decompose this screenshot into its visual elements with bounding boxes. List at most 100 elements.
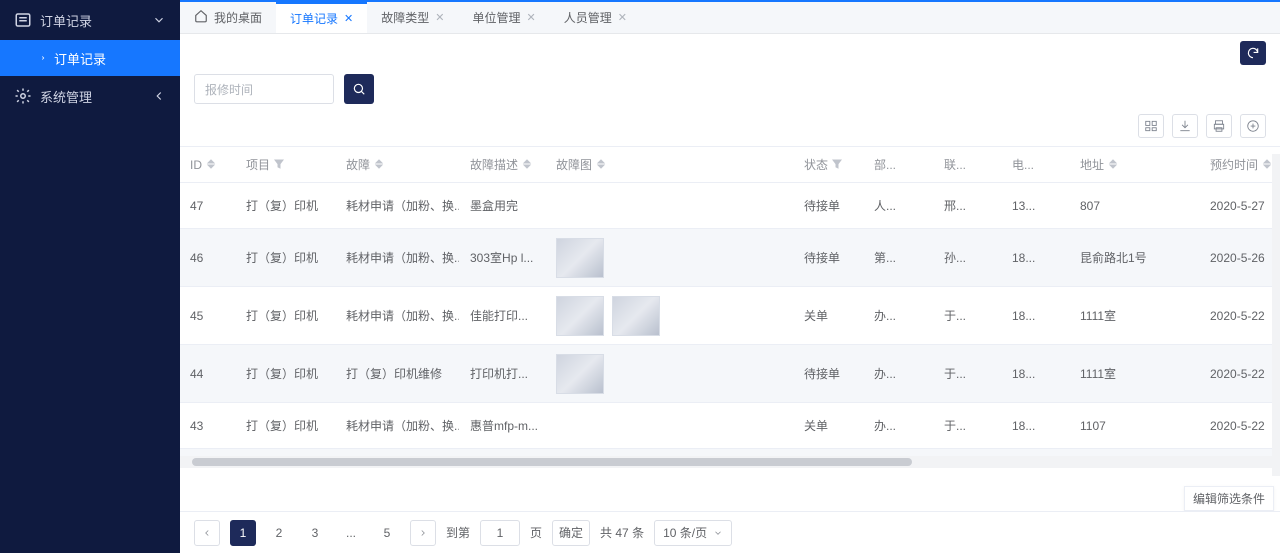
cell-fault: 耗材申请（加粉、换... [336, 417, 460, 434]
close-icon[interactable]: ✕ [527, 11, 536, 24]
tab-orders[interactable]: 订单记录 ✕ [276, 2, 367, 33]
cell-status: 待接单 [794, 197, 864, 214]
table-row[interactable]: 44打（复）印机打（复）印机维修打印机打...待接单办...于...18...1… [180, 345, 1272, 403]
chevron-left-icon [202, 528, 212, 538]
cell-fault: 打（复）印机维修 [336, 365, 460, 382]
sort-icon [596, 158, 606, 172]
col-dept: 部... [864, 156, 934, 173]
page-next-button[interactable] [410, 520, 436, 546]
page-prev-button[interactable] [194, 520, 220, 546]
cell-contact: 孙... [934, 249, 1002, 266]
main-area: 我的桌面 订单记录 ✕ 故障类型 ✕ 单位管理 ✕ 人员管理 ✕ 报修时间 [180, 0, 1280, 553]
cell-project: 打（复）印机 [236, 307, 336, 324]
thumbnail-image[interactable] [556, 354, 604, 394]
cell-project: 打（复）印机 [236, 249, 336, 266]
col-appt[interactable]: 预约时间 [1200, 156, 1272, 173]
tab-home[interactable]: 我的桌面 [180, 2, 276, 33]
cell-appt: 2020-5-22 [1200, 309, 1272, 323]
cell-project: 打（复）印机 [236, 417, 336, 434]
col-project[interactable]: 项目 [236, 156, 336, 173]
cell-dept: 第... [864, 249, 934, 266]
col-faultimg[interactable]: 故障图 [546, 156, 794, 173]
cell-project: 打（复）印机 [236, 365, 336, 382]
sidebar: 订单记录 订单记录 系统管理 [0, 0, 180, 553]
cell-phone: 18... [1002, 251, 1070, 265]
table-row[interactable]: 46打（复）印机耗材申请（加粉、换...303室Hp l...待接单第...孙.… [180, 229, 1272, 287]
thumbnail-image[interactable] [612, 296, 660, 336]
table-header-row: ID 项目 故障 故障描述 故障图 状态 部... 联... 电... 地址 预… [180, 147, 1272, 183]
horizontal-scrollbar[interactable] [180, 456, 1280, 468]
close-icon[interactable]: ✕ [618, 11, 627, 24]
vertical-scrollbar[interactable] [1272, 154, 1280, 476]
col-id[interactable]: ID [180, 158, 236, 172]
list-icon [14, 11, 32, 29]
cell-addr: 1107 [1070, 419, 1200, 433]
page-number-button[interactable]: 5 [374, 520, 400, 546]
columns-button[interactable] [1138, 114, 1164, 138]
print-button[interactable] [1206, 114, 1232, 138]
page-suffix: 页 [530, 524, 542, 541]
table-container: ID 项目 故障 故障描述 故障图 状态 部... 联... 电... 地址 预… [180, 146, 1280, 468]
sort-icon [374, 158, 384, 172]
chevron-right-icon [418, 528, 428, 538]
table-row[interactable]: 43打（复）印机耗材申请（加粉、换...惠普mfp-m...关单办...于...… [180, 403, 1272, 449]
sort-icon [206, 158, 216, 172]
page-number-button[interactable]: 2 [266, 520, 292, 546]
sidebar-subitem-orders[interactable]: 订单记录 [0, 40, 180, 76]
export-button[interactable] [1172, 114, 1198, 138]
sidebar-item-label: 订单记录 [40, 11, 152, 30]
tab-label: 我的桌面 [214, 9, 262, 26]
close-icon[interactable]: ✕ [344, 12, 353, 25]
refresh-button[interactable] [1240, 41, 1266, 65]
sidebar-item-orders[interactable]: 订单记录 [0, 0, 180, 40]
pagination: 1 2 3 ... 5 到第 1 页 确定 共 47 条 10 条/页 [180, 511, 1280, 553]
goto-page-input[interactable]: 1 [480, 520, 520, 546]
table-row[interactable]: 45打（复）印机耗材申请（加粉、换...佳能打印...关单办...于...18.… [180, 287, 1272, 345]
cell-faultimg [546, 296, 794, 336]
thumbnail-image[interactable] [556, 296, 604, 336]
cell-id: 45 [180, 309, 236, 323]
page-size-select[interactable]: 10 条/页 [654, 520, 732, 546]
tab-staff[interactable]: 人员管理 ✕ [550, 2, 641, 33]
page-number-button[interactable]: 3 [302, 520, 328, 546]
cell-contact: 邢... [934, 197, 1002, 214]
table-row[interactable]: 47打（复）印机耗材申请（加粉、换...墨盒用完待接单人...邢...13...… [180, 183, 1272, 229]
edit-filter-button[interactable]: 编辑筛选条件 [1184, 486, 1274, 511]
tab-label: 订单记录 [290, 10, 338, 27]
plus-circle-icon [1246, 119, 1260, 133]
search-input[interactable]: 报修时间 [194, 74, 334, 104]
cell-fault: 耗材申请（加粉、换... [336, 197, 460, 214]
sidebar-item-system[interactable]: 系统管理 [0, 76, 180, 116]
search-button[interactable] [344, 74, 374, 104]
tab-label: 故障类型 [381, 9, 429, 26]
gear-icon [14, 87, 32, 105]
cell-faultimg [546, 238, 794, 278]
goto-confirm-button[interactable]: 确定 [552, 520, 590, 546]
thumbnail-image[interactable] [556, 238, 604, 278]
chevron-down-icon [152, 13, 166, 27]
page-number-button[interactable]: 1 [230, 520, 256, 546]
col-status[interactable]: 状态 [794, 156, 864, 173]
cell-addr: 1111室 [1070, 365, 1200, 382]
cell-status: 关单 [794, 307, 864, 324]
cell-fault: 耗材申请（加粉、换... [336, 249, 460, 266]
col-faultdesc[interactable]: 故障描述 [460, 156, 546, 173]
scrollbar-thumb[interactable] [192, 458, 912, 466]
columns-icon [1144, 119, 1158, 133]
add-button[interactable] [1240, 114, 1266, 138]
col-fault[interactable]: 故障 [336, 156, 460, 173]
tab-label: 单位管理 [472, 9, 520, 26]
col-addr[interactable]: 地址 [1070, 156, 1200, 173]
cell-id: 44 [180, 367, 236, 381]
cell-status: 关单 [794, 417, 864, 434]
chevron-down-icon [713, 528, 723, 538]
tab-units[interactable]: 单位管理 ✕ [458, 2, 549, 33]
close-icon[interactable]: ✕ [435, 11, 444, 24]
tab-fault-types[interactable]: 故障类型 ✕ [367, 2, 458, 33]
page-size-value: 10 条/页 [663, 524, 707, 541]
filter-icon [274, 158, 284, 172]
total-label: 共 47 条 [600, 524, 644, 541]
cell-faultimg [546, 354, 794, 394]
cell-fault: 耗材申请（加粉、换... [336, 307, 460, 324]
cell-id: 43 [180, 419, 236, 433]
